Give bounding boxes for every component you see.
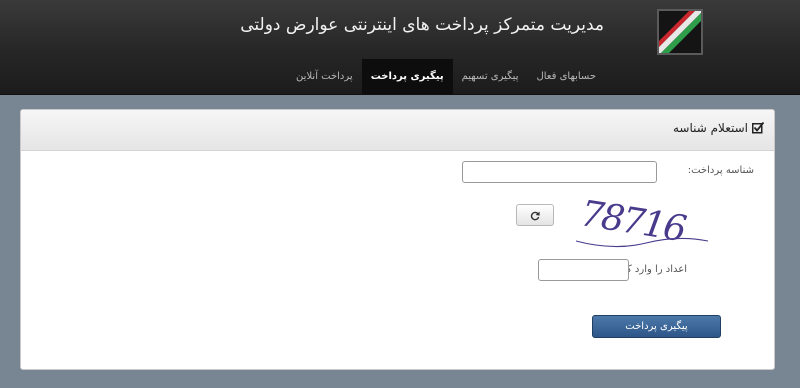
panel-title-text: استعلام شناسه	[672, 121, 748, 135]
nav-active-accounts[interactable]: حسابهای فعال	[527, 59, 605, 94]
app-title: مدیریت متمرکز پرداخت های اینترنتی عوارض …	[240, 15, 604, 35]
panel-title: استعلام شناسه	[672, 121, 765, 135]
app-header: مدیریت متمرکز پرداخت های اینترنتی عوارض …	[0, 0, 800, 95]
main-nav: پرداخت آنلاین پیگیری پرداخت پیگیری تسهیم…	[287, 59, 605, 94]
payment-id-input[interactable]	[462, 161, 657, 183]
id-inquiry-panel: استعلام شناسه شناسه پرداخت: 78716 اعداد …	[20, 109, 775, 370]
nav-online-payment[interactable]: پرداخت آنلاین	[287, 59, 362, 94]
nav-track-payment[interactable]: پیگیری پرداخت	[361, 59, 453, 94]
nav-track-settlement[interactable]: پیگیری تسهیم	[453, 59, 528, 94]
track-payment-button[interactable]: پیگیری پرداخت	[592, 315, 721, 338]
panel-heading: استعلام شناسه	[21, 110, 774, 151]
checkbox-icon	[752, 121, 765, 134]
captcha-image: 78716	[575, 197, 709, 250]
payment-id-label: شناسه پرداخت:	[687, 165, 754, 176]
captcha-input[interactable]	[538, 259, 629, 281]
refresh-captcha-button[interactable]	[516, 204, 554, 226]
captcha-text: 78716	[578, 197, 689, 250]
road-logo-icon	[657, 9, 703, 55]
refresh-icon	[530, 206, 540, 225]
